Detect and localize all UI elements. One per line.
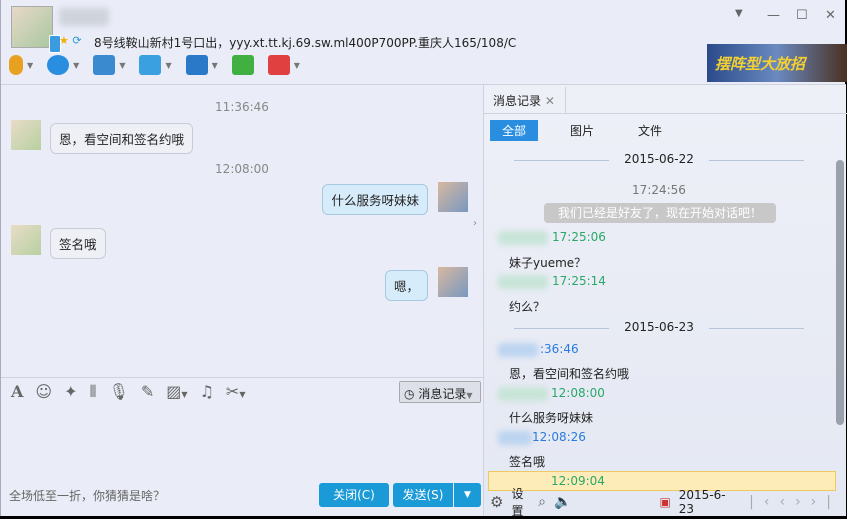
magic-icon[interactable]: ✦: [64, 382, 77, 402]
history-time: 12:08:26: [532, 430, 586, 444]
system-time: 17:24:56: [632, 183, 686, 197]
font-icon[interactable]: A: [11, 382, 23, 402]
message-bubble: 恩，看空间和签名约哦: [50, 123, 194, 154]
scrollbar-thumb[interactable]: [836, 160, 844, 425]
history-bottom-bar: ⚙ 设置 ⌕ 🔈 ▣ 2015-6-23 |‹‹››|: [484, 485, 847, 519]
close-button[interactable]: 关闭(C): [319, 483, 389, 507]
message-bubble-me: 什么服务呀妹妹: [322, 184, 428, 215]
filter-images[interactable]: 图片: [558, 120, 606, 141]
history-time: 12:09:04: [551, 474, 605, 488]
file-transfer-button[interactable]: ▼: [139, 55, 172, 75]
badges: ★ ⟳: [59, 34, 82, 47]
dropdown-caret-icon[interactable]: ▼: [294, 61, 300, 70]
search-icon[interactable]: ⌕: [538, 494, 546, 510]
send-options-dropdown[interactable]: ▼: [454, 483, 481, 507]
apps-icon: [267, 55, 290, 75]
tab-label: 消息记录: [493, 94, 542, 108]
send-button[interactable]: 发送(S): [393, 483, 453, 507]
history-text: 恩，看空间和签名约哦: [509, 367, 630, 381]
history-time: 12:08:00: [551, 386, 605, 400]
dropdown-caret-icon[interactable]: ▼: [27, 61, 33, 70]
contact-avatar-small: [11, 120, 41, 150]
editor-toolbar: A ☺ ✦ ⦀ 🎙 ✎ ▨▼ ♫ ✂▼: [11, 382, 245, 402]
history-text: 妹子yueme？: [509, 256, 587, 270]
history-text: 约么？: [509, 300, 546, 314]
filter-all[interactable]: 全部: [490, 120, 539, 141]
dropdown-caret-icon[interactable]: ▼: [73, 61, 79, 70]
history-scrollbar[interactable]: [836, 145, 844, 475]
contact-name-blurred: [59, 8, 109, 26]
ad-text-link[interactable]: 全场低至一折，你猜猜是啥？: [9, 487, 165, 504]
message-bubble: 签名哦: [50, 228, 106, 259]
star-icon: ★: [59, 34, 69, 47]
system-message: 我们已经是好友了，现在开始对话吧！: [544, 203, 776, 223]
speaker-icon[interactable]: 🔈: [554, 494, 571, 510]
close-tab-icon[interactable]: ✕: [545, 94, 555, 108]
microphone-icon: [9, 55, 23, 75]
close-window-button[interactable]: ✕: [825, 8, 836, 23]
date-separator: 2015-06-22: [484, 152, 834, 166]
contact-signature: 8号线鞍山新村1号口出，yyy.xt.tt.kj.69.sw.ml400P700…: [94, 36, 517, 50]
status-icon: ⟳: [72, 34, 82, 47]
dropdown-caret-icon[interactable]: ▼: [119, 61, 125, 70]
screen-share-icon: [93, 55, 116, 75]
menu-dropdown-icon[interactable]: ▼: [735, 8, 743, 19]
microphone-button[interactable]: ▼: [9, 55, 33, 75]
ad-banner[interactable]: 摆阵型大放招: [707, 44, 847, 82]
camera-button[interactable]: ▼: [47, 55, 79, 75]
dropdown-caret-icon[interactable]: ▼: [165, 61, 171, 70]
scissors-icon[interactable]: ✂▼: [226, 382, 246, 402]
chat-area: 11:36:46 恩，看空间和签名约哦 12:08:00 什么服务呀妹妹 签名哦…: [1, 85, 483, 377]
add-chat-icon: [231, 55, 254, 75]
history-time: :36:46: [540, 342, 579, 356]
my-avatar-small: [438, 182, 468, 212]
message-bubble-me: 嗯，: [384, 270, 428, 301]
history-button[interactable]: ◷ 消息记录▼: [399, 381, 481, 403]
history-text: 签名哦: [509, 455, 546, 469]
history-time: 17:25:14: [552, 274, 606, 288]
my-avatar-small: [438, 267, 468, 297]
remote-desktop-icon: [185, 55, 208, 75]
chat-window: ★ ⟳ 8号线鞍山新村1号口出，yyy.xt.tt.kj.69.sw.ml400…: [0, 0, 847, 519]
contact-avatar[interactable]: [11, 6, 61, 53]
tab-message-history[interactable]: 消息记录 ✕: [484, 87, 566, 113]
gear-icon[interactable]: ⚙: [490, 493, 503, 511]
message-input[interactable]: [5, 408, 481, 480]
camera-icon: [47, 55, 70, 75]
maximize-button[interactable]: ☐: [796, 8, 808, 23]
image-icon[interactable]: ▨▼: [166, 382, 187, 402]
history-button-label: 消息记录: [418, 387, 467, 401]
voice-icon[interactable]: 🎙: [109, 382, 129, 402]
filter-files[interactable]: 文件: [626, 120, 674, 141]
timestamp: 11:36:46: [215, 100, 269, 114]
screen-share-button[interactable]: ▼: [93, 55, 125, 75]
settings-button[interactable]: 设置: [511, 485, 530, 519]
apps-button[interactable]: ▼: [267, 55, 300, 75]
shake-icon[interactable]: ⦀: [90, 382, 97, 402]
current-date[interactable]: 2015-6-23: [679, 488, 727, 516]
history-panel: 消息记录 ✕ 全部 图片 文件 2015-06-22 17:24:56 我们已经…: [483, 85, 847, 519]
clock-icon: ◷: [404, 387, 415, 401]
file-transfer-icon: [139, 55, 162, 75]
history-text: 什么服务呀妹妹: [509, 411, 594, 425]
history-filters: 全部 图片 文件: [490, 120, 674, 141]
pagination-icons[interactable]: |‹‹››|: [749, 494, 841, 510]
timestamp: 12:08:00: [215, 162, 269, 176]
add-chat-button[interactable]: [231, 55, 254, 75]
calendar-icon[interactable]: ▣: [659, 495, 670, 509]
emoji-icon[interactable]: ☺: [35, 382, 52, 402]
collapse-panel-handle[interactable]: ›: [473, 218, 483, 242]
dropdown-caret-icon[interactable]: ▼: [212, 61, 218, 70]
minimize-button[interactable]: —: [767, 8, 780, 23]
edit-icon[interactable]: ✎: [141, 382, 154, 402]
history-time: 17:25:06: [552, 230, 606, 244]
remote-desktop-button[interactable]: ▼: [185, 55, 218, 75]
contact-avatar-small: [11, 225, 41, 255]
date-separator: 2015-06-23: [484, 320, 834, 334]
toolbar: ▼ ▼ ▼ ▼ ▼ ▼: [9, 55, 300, 75]
music-icon[interactable]: ♫: [200, 382, 214, 402]
